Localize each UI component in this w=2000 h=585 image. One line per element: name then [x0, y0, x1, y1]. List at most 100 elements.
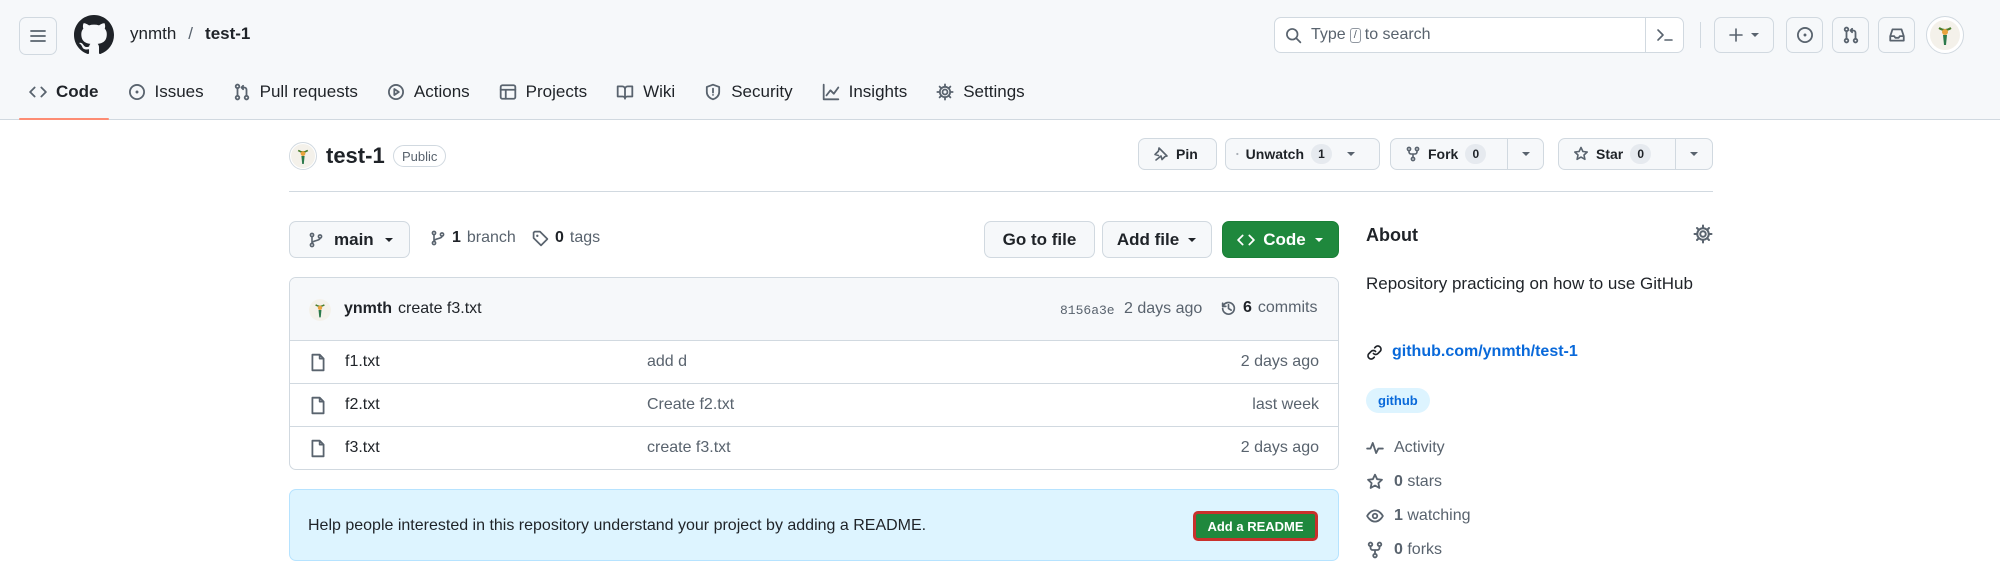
user-avatar[interactable]	[1926, 16, 1964, 54]
add-readme-button[interactable]: Add a README	[1193, 511, 1318, 541]
hamburger-icon	[30, 30, 46, 42]
code-icon	[29, 86, 47, 98]
search-input[interactable]: Type / to search	[1274, 17, 1684, 53]
unwatch-label: Unwatch	[1245, 146, 1304, 162]
file-commit-message[interactable]: create f3.txt	[647, 439, 731, 457]
tags-link[interactable]: 0 tags	[532, 229, 600, 247]
commit-author-avatar[interactable]	[309, 299, 331, 321]
watchers-link[interactable]: 1 watching	[1366, 507, 1471, 525]
fork-dropdown[interactable]	[1507, 139, 1543, 169]
file-commit-message[interactable]: Create f2.txt	[647, 396, 734, 414]
book-icon	[616, 85, 634, 100]
issue-opened-icon	[128, 84, 145, 100]
add-file-button[interactable]: Add file	[1102, 221, 1212, 258]
tab-security[interactable]: Security	[693, 76, 803, 108]
star-dropdown[interactable]	[1675, 139, 1712, 169]
breadcrumb-owner[interactable]: ynmth	[130, 24, 176, 44]
forks-link[interactable]: 0 forks	[1366, 541, 1442, 559]
breadcrumb-repo[interactable]: test-1	[205, 24, 250, 44]
create-new-button[interactable]	[1714, 17, 1774, 53]
go-to-file-button[interactable]: Go to file	[984, 221, 1095, 258]
repo-forked-icon	[1367, 541, 1383, 559]
file-row[interactable]: f1.txt add d 2 days ago	[290, 341, 1338, 384]
command-palette-button[interactable]	[1645, 18, 1683, 52]
topic-tag[interactable]: github	[1366, 388, 1430, 413]
tab-label: Pull requests	[259, 82, 358, 101]
repo-title[interactable]: test-1	[326, 143, 385, 169]
menu-button[interactable]	[19, 17, 57, 55]
gear-icon[interactable]	[1693, 224, 1713, 244]
code-button[interactable]: Code	[1222, 221, 1339, 258]
repo-owner-avatar[interactable]	[289, 142, 317, 170]
branch-select-button[interactable]: main	[289, 221, 410, 258]
watch-dropdown[interactable]	[1342, 139, 1364, 169]
repo-forked-icon	[1406, 146, 1420, 162]
tab-settings[interactable]: Settings	[925, 76, 1035, 108]
file-name[interactable]: f2.txt	[345, 396, 380, 414]
homepage-link[interactable]: github.com/ynmth/test-1	[1366, 343, 1578, 361]
tab-label: Issues	[154, 82, 204, 101]
pin-icon	[1154, 147, 1168, 161]
tab-issues[interactable]: Issues	[117, 76, 215, 108]
activity-link[interactable]: Activity	[1366, 439, 1445, 457]
watching-word: watching	[1407, 507, 1471, 524]
git-pull-request-icon	[1843, 26, 1858, 44]
visibility-badge: Public	[393, 145, 447, 167]
tab-code[interactable]: Code	[18, 76, 110, 120]
gear-icon	[936, 83, 954, 101]
file-row[interactable]: f2.txt Create f2.txt last week	[290, 384, 1338, 427]
star-label: Star	[1596, 146, 1624, 162]
branches-link[interactable]: 1 branch	[430, 229, 516, 247]
play-icon	[387, 84, 404, 100]
fork-count: 0	[1465, 144, 1487, 164]
tab-projects[interactable]: Projects	[488, 76, 598, 108]
latest-commit-bar: ynmth create f3.txt 8156a3e 2 days ago 6…	[290, 278, 1338, 341]
tab-actions[interactable]: Actions	[376, 76, 481, 108]
fork-button-group: Fork 0	[1390, 138, 1544, 170]
tab-wiki[interactable]: Wiki	[605, 76, 686, 108]
tag-icon	[532, 230, 549, 246]
file-name[interactable]: f3.txt	[345, 439, 380, 457]
watch-button-group: Unwatch 1	[1225, 138, 1380, 170]
commit-word: commits	[1257, 299, 1318, 316]
pin-button[interactable]: Pin	[1138, 138, 1217, 170]
github-logo-icon[interactable]	[74, 15, 114, 55]
file-commit-message[interactable]: add d	[647, 353, 687, 371]
search-icon	[1286, 27, 1302, 43]
commit-author[interactable]: ynmth	[344, 300, 392, 318]
pull-requests-button[interactable]	[1832, 17, 1869, 53]
repo-tabs: Code Issues Pull requests Actions Projec…	[18, 76, 1043, 120]
shield-icon	[706, 83, 721, 101]
file-row[interactable]: f3.txt create f3.txt 2 days ago	[290, 427, 1338, 469]
commit-sha[interactable]: 8156a3e	[1060, 303, 1115, 318]
inbox-button[interactable]	[1878, 17, 1915, 53]
stars-link[interactable]: 0 stars	[1366, 473, 1442, 491]
star-count: 0	[1630, 144, 1652, 164]
search-placeholder-prefix: Type	[1311, 26, 1346, 43]
branch-word: branch	[466, 229, 516, 246]
caret-down-icon	[1188, 237, 1197, 242]
global-header: ynmth / test-1 Type / to search Code Iss…	[0, 0, 2000, 120]
git-pull-request-icon	[234, 83, 249, 101]
star-button[interactable]: Star 0	[1559, 139, 1675, 169]
watching-count: 1	[1394, 507, 1403, 524]
unwatch-button[interactable]: Unwatch 1	[1226, 139, 1342, 169]
tab-insights[interactable]: Insights	[811, 76, 919, 108]
history-icon	[1221, 301, 1236, 315]
tab-pull-requests[interactable]: Pull requests	[222, 76, 369, 108]
avatar-image	[291, 144, 315, 168]
branch-count: 1	[452, 229, 461, 246]
stars-word: stars	[1407, 473, 1443, 490]
issues-button[interactable]	[1786, 17, 1823, 53]
tab-label: Insights	[848, 82, 908, 101]
avatar-image	[1930, 20, 1960, 50]
commit-message[interactable]: create f3.txt	[398, 300, 482, 318]
divider	[289, 191, 1713, 192]
commits-history-link[interactable]: 6 commits	[1220, 299, 1317, 317]
fork-button[interactable]: Fork 0	[1391, 139, 1507, 169]
inbox-icon	[1888, 28, 1905, 42]
file-name[interactable]: f1.txt	[345, 353, 380, 371]
readme-banner: Help people interested in this repositor…	[289, 489, 1339, 561]
commit-age: 2 days ago	[1124, 300, 1203, 317]
table-icon	[499, 84, 516, 100]
